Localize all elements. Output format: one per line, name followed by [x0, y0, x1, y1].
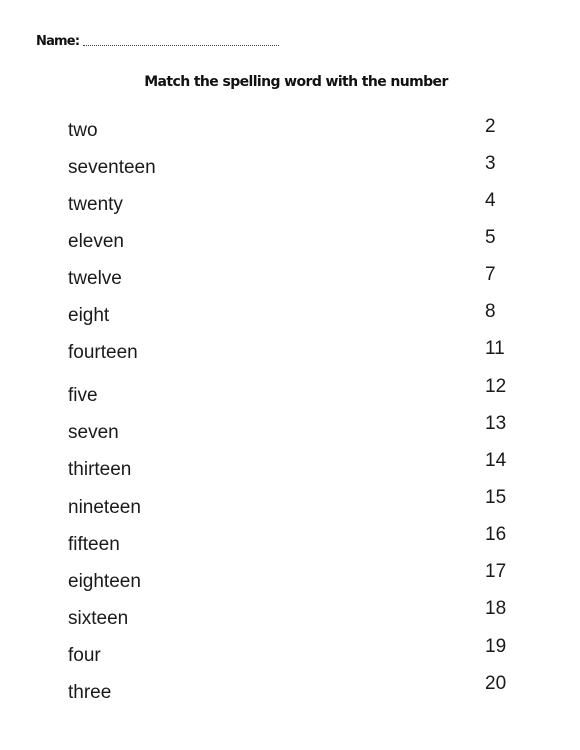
number-item: 14	[485, 450, 507, 471]
word-item: three	[68, 682, 112, 703]
number-item: 2	[485, 116, 496, 137]
name-blank-line[interactable]	[83, 44, 280, 46]
number-item: 19	[485, 636, 507, 657]
number-item: 5	[485, 227, 496, 248]
number-item: 17	[485, 561, 507, 582]
number-item: 13	[485, 413, 507, 434]
number-item: 20	[485, 673, 507, 694]
worksheet-title: Match the spelling word with the number	[144, 74, 448, 90]
number-item: 8	[485, 301, 496, 322]
number-item: 15	[485, 487, 507, 508]
word-item: fifteen	[68, 534, 120, 555]
word-item: thirteen	[68, 459, 132, 480]
number-item: 7	[485, 264, 496, 285]
word-item: eleven	[68, 231, 124, 252]
word-item: five	[68, 385, 98, 406]
word-item: sixteen	[68, 608, 129, 629]
number-item: 16	[485, 524, 507, 545]
word-item: eighteen	[68, 571, 141, 592]
word-item: twelve	[68, 268, 122, 289]
number-item: 12	[485, 376, 507, 397]
word-item: four	[68, 645, 101, 666]
number-item: 4	[485, 190, 496, 211]
word-item: seven	[68, 422, 119, 443]
word-item: nineteen	[68, 497, 141, 518]
number-item: 3	[485, 153, 496, 174]
number-item: 18	[485, 598, 507, 619]
word-item: fourteen	[68, 342, 138, 363]
word-item: two	[68, 120, 98, 141]
word-item: eight	[68, 305, 110, 326]
number-item: 11	[485, 338, 505, 359]
name-label: Name:	[36, 34, 80, 49]
word-item: twenty	[68, 194, 123, 215]
word-item: seventeen	[68, 157, 156, 178]
name-field: Name:	[36, 34, 280, 49]
